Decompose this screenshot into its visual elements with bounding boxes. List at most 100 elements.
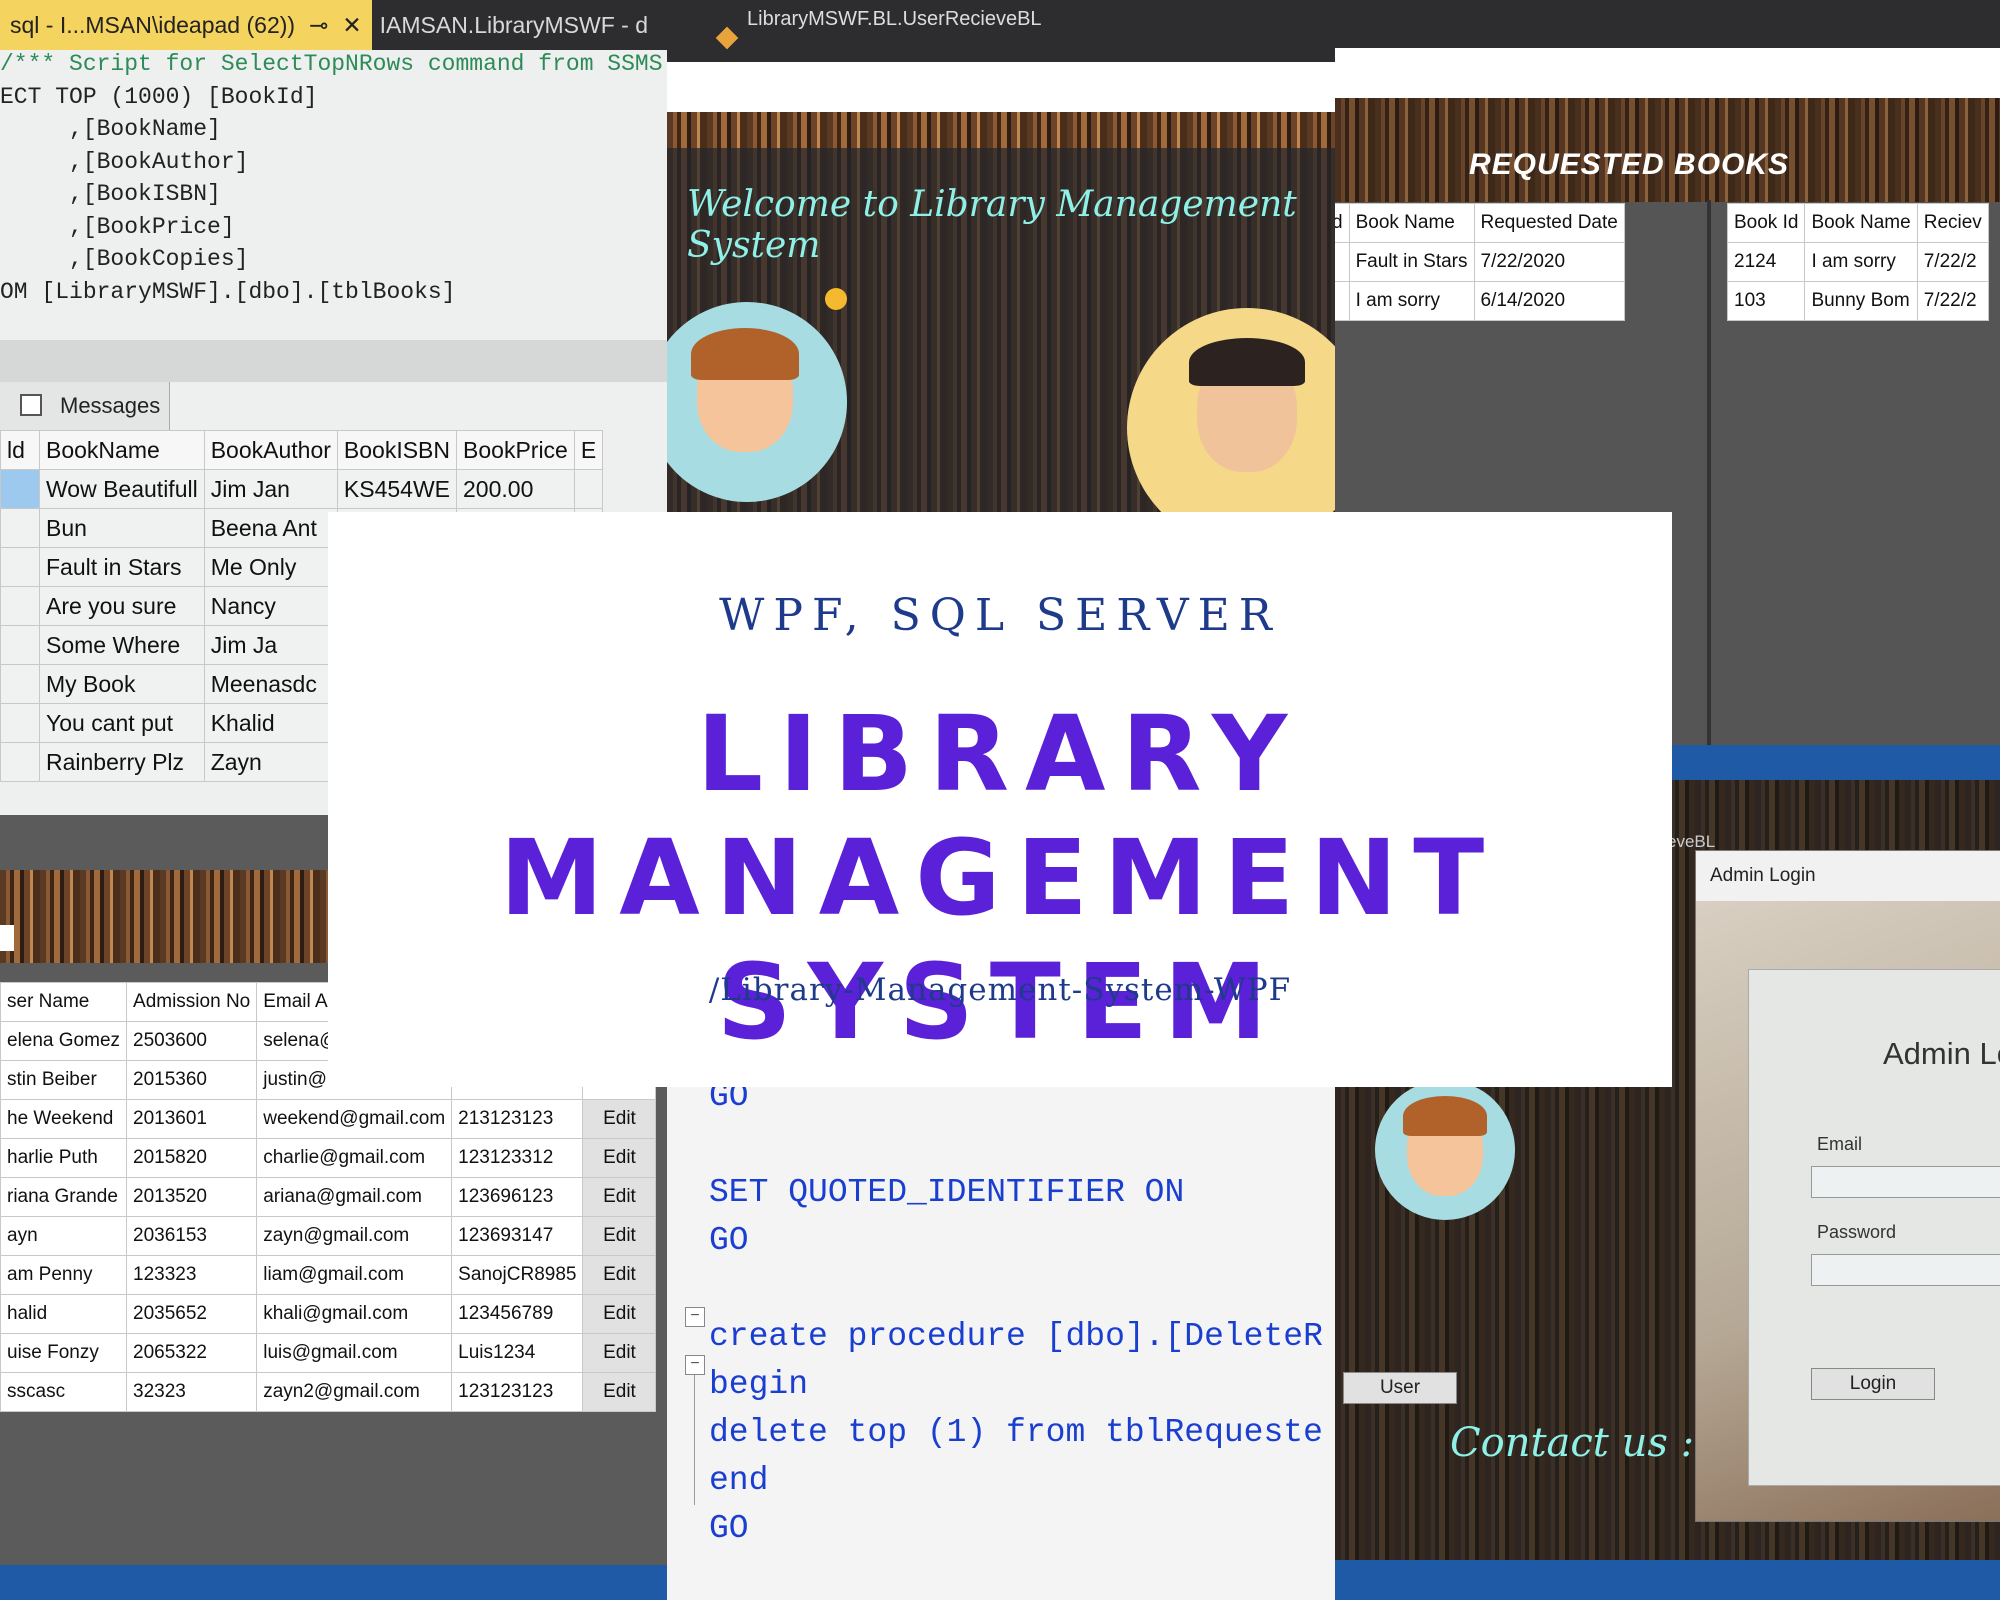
table-cell: Bun [39, 508, 205, 548]
code-line: end [709, 1462, 769, 1499]
user-row[interactable]: halid 2035652 khali@gmail.com 123456789 Edit [0, 1294, 657, 1334]
column-header[interactable]: BookName [39, 430, 205, 470]
sql-code-line: /*** Script for SelectTopNRows command f… [0, 51, 663, 77]
sql-code-line: OM [LibraryMSWF].[dbo].[tblBooks] [0, 278, 456, 305]
table-cell: luis@gmail.com [256, 1333, 453, 1373]
user-row[interactable]: ayn 2036153 zayn@gmail.com 123693147 Edit [0, 1216, 657, 1256]
user-panel-bottom-bar [1335, 1560, 2000, 1600]
user-row[interactable]: he Weekend 2013601 weekend@gmail.com 213123… [0, 1099, 657, 1139]
edit-button[interactable]: Edit [582, 1099, 657, 1139]
code-line: delete top (1) from tblRequeste [709, 1414, 1323, 1451]
table-cell [0, 703, 40, 743]
admin-hair [1189, 338, 1305, 386]
pin-icon[interactable]: ⊸ [309, 0, 328, 50]
collapse-box-begin[interactable]: − [685, 1355, 705, 1375]
column-header[interactable]: BookAuthor [203, 430, 338, 470]
code-line: create procedure [dbo].[DeleteR [709, 1318, 1323, 1355]
sql-code-line: ,[BookCopies] [0, 246, 249, 272]
avatar-hair [691, 328, 799, 380]
column-header[interactable]: BookPrice [456, 430, 575, 470]
breadcrumb[interactable]: LibraryMSWF.BL.UserRecieveBL [747, 0, 1042, 62]
header-row: Book Id Book Name Reciev [1726, 203, 1989, 243]
dot-decoration [825, 288, 847, 310]
column-header[interactable]: Requested Date [1473, 203, 1625, 243]
password-label: Password [1817, 1222, 1897, 1242]
tab-sql-query-label: sql - I...MSAN\ideapad (62)) [10, 12, 296, 38]
column-header[interactable]: Book Id [1726, 203, 1806, 243]
edit-button[interactable]: Edit [582, 1216, 657, 1256]
column-header[interactable]: Book Name [1804, 203, 1918, 243]
requested-right-grid[interactable]: Book Id Book Name Reciev 2124 I am sorry 7/22… [1726, 203, 1989, 321]
table-cell: Jim Jan [203, 469, 338, 509]
users-bottom-bar [0, 1565, 667, 1600]
user-row[interactable]: uise Fonzy 2065322 luis@gmail.com Luis1234 E… [0, 1333, 657, 1373]
table-cell [0, 742, 40, 782]
user-row[interactable]: sscasc 32323 zayn2@gmail.com 123123123 Edit [0, 1372, 657, 1412]
table-cell: 7/22/2 [1916, 242, 1989, 282]
edit-button[interactable]: Edit [582, 1294, 657, 1334]
user-row[interactable]: am Penny 123323 liam@gmail.com SanojCR8985 E… [0, 1255, 657, 1295]
sql-code[interactable]: /*** Script for SelectTopNRows command f… [0, 48, 663, 308]
table-cell: elena Gomez [0, 1021, 128, 1061]
edit-button[interactable]: Edit [582, 1138, 657, 1178]
column-header[interactable]: Admission No [126, 982, 258, 1022]
book-row[interactable]: Wow Beautifull Jim Jan KS454WE 200.00 [0, 469, 604, 509]
edit-button[interactable]: Edit [582, 1255, 657, 1295]
user-row[interactable]: riana Grande 2013520 ariana@gmail.com 12369… [0, 1177, 657, 1217]
code-gutter-line [694, 1375, 695, 1505]
requested-row[interactable]: Fault in Stars 7/22/2020 [1335, 242, 1625, 282]
column-header[interactable]: ld [0, 430, 40, 470]
column-header[interactable]: d [1335, 203, 1350, 243]
table-cell: 2013520 [126, 1177, 258, 1217]
table-cell: Luis1234 [451, 1333, 584, 1373]
users-toolbar-box[interactable] [0, 925, 14, 951]
column-header[interactable]: Reciev [1916, 203, 1989, 243]
table-cell [0, 586, 40, 626]
table-cell: sscasc [0, 1372, 128, 1412]
table-cell: harlie Puth [0, 1138, 128, 1178]
table-cell: SanojCR8985 [451, 1255, 584, 1295]
messages-icon [20, 394, 42, 416]
table-cell: 32323 [126, 1372, 258, 1412]
close-icon[interactable]: ✕ [342, 0, 361, 50]
password-field[interactable] [1811, 1254, 2000, 1286]
column-header[interactable]: BookISBN [336, 430, 458, 470]
code-line: SET QUOTED_IDENTIFIER ON [709, 1174, 1185, 1211]
received-row[interactable]: 103 Bunny Bom 7/22/2 [1726, 281, 1989, 321]
email-field[interactable] [1811, 1166, 2000, 1198]
email-label: Email [1817, 1134, 1863, 1154]
tab-messages[interactable]: Messages [0, 382, 170, 430]
tab-sql-query[interactable]: sql - I...MSAN\ideapad (62)) ⊸ ✕ [0, 0, 372, 50]
column-header[interactable]: ser Name [0, 982, 128, 1022]
procedure-code-window[interactable]: GO SET QUOTED_IDENTIFIER ON GO create proce… [667, 1085, 1335, 1600]
table-cell [0, 508, 40, 548]
banner-background: Welcome to Library Management System [667, 112, 1335, 513]
requested-row[interactable]: I am sorry 6/14/2020 [1335, 281, 1625, 321]
repo-path[interactable]: /Library-Management-System-WPF [328, 972, 1672, 1008]
user-button[interactable]: User [1343, 1372, 1457, 1404]
table-cell: Some Where [39, 625, 205, 665]
edit-button[interactable]: Edit [582, 1372, 657, 1412]
received-row[interactable]: 2124 I am sorry 7/22/2 [1726, 242, 1989, 282]
column-header[interactable]: Book Name [1348, 203, 1475, 243]
table-cell [0, 664, 40, 704]
collapse-box-create[interactable]: − [685, 1307, 705, 1327]
table-cell: charlie@gmail.com [256, 1138, 453, 1178]
requested-toolbar [1335, 48, 2000, 98]
edit-button[interactable]: Edit [582, 1177, 657, 1217]
table-cell [0, 469, 40, 509]
column-header[interactable]: E [573, 430, 604, 470]
login-button[interactable]: Login [1811, 1368, 1935, 1400]
tab-library-mswf[interactable]: IAMSAN.LibraryMSWF - d [372, 12, 656, 39]
requested-heading: REQUESTED BOOKS [1469, 148, 1790, 181]
table-cell: liam@gmail.com [256, 1255, 453, 1295]
results-splitter[interactable] [0, 340, 667, 382]
table-cell: stin Beiber [0, 1060, 128, 1100]
procedure-code[interactable]: GO SET QUOTED_IDENTIFIER ON GO create proce… [709, 1085, 1323, 1553]
class-icon [715, 26, 739, 50]
requested-left-grid[interactable]: d Book Name Requested Date Fault in Stars 7/… [1335, 203, 1625, 321]
user-row[interactable]: harlie Puth 2015820 charlie@gmail.com 12312… [0, 1138, 657, 1178]
table-cell [1335, 281, 1350, 321]
table-cell: Bunny Bom [1804, 281, 1918, 321]
edit-button[interactable]: Edit [582, 1333, 657, 1373]
